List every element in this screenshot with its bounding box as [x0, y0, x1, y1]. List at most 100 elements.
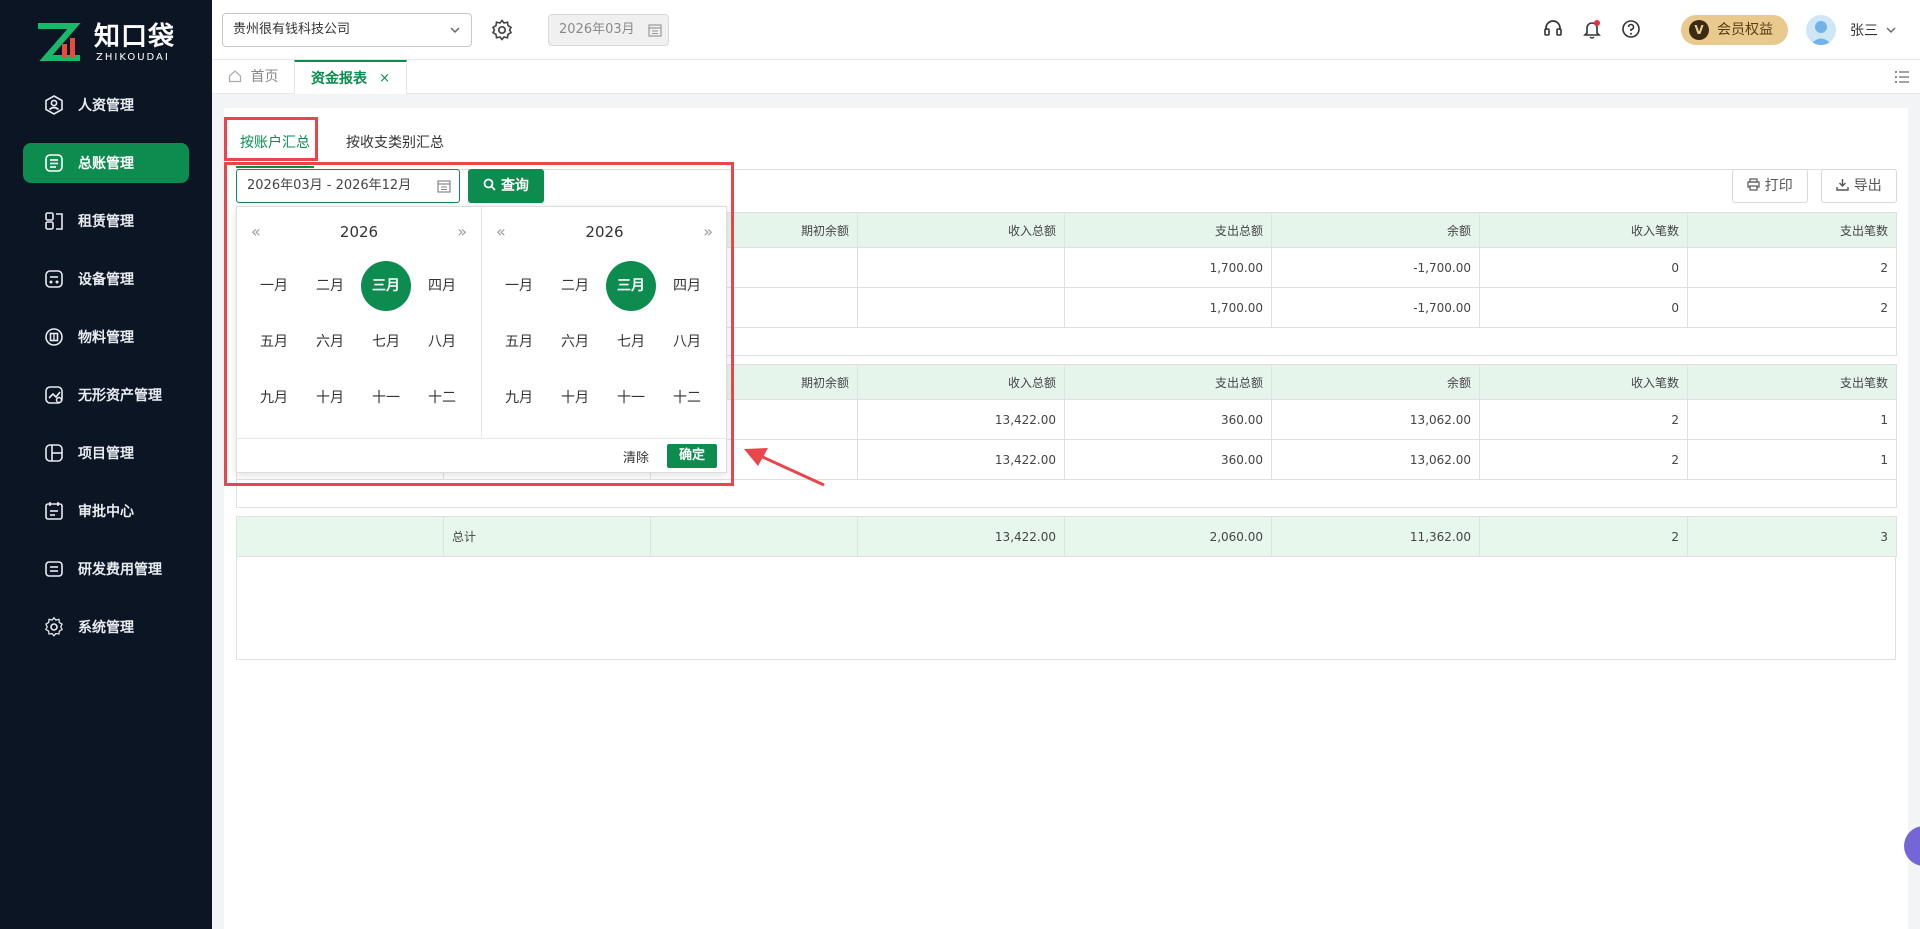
cell-balance: -1,700.00	[1271, 247, 1480, 288]
sidebar-item-rd-expense[interactable]: 研发费用管理	[23, 549, 189, 589]
date-range-input[interactable]: 2026年03月 - 2026年12月	[236, 169, 460, 203]
month-cell[interactable]: 十月	[550, 373, 600, 423]
sidebar-item-material[interactable]: 物料管理	[23, 317, 189, 357]
month-cell[interactable]: 二月	[550, 261, 600, 311]
month-cell[interactable]: 八月	[417, 317, 467, 367]
month-cell[interactable]: 四月	[417, 261, 467, 311]
sidebar-item-device[interactable]: 设备管理	[23, 259, 189, 299]
settings-gear-icon[interactable]	[490, 18, 514, 42]
month-cell[interactable]: 五月	[494, 317, 544, 367]
column-header-income: 收入总额	[857, 212, 1065, 248]
month-cell-selected[interactable]: 三月	[606, 261, 656, 311]
cell-income	[857, 247, 1065, 288]
month-cell[interactable]: 七月	[361, 317, 411, 367]
user-menu[interactable]: 张三	[1850, 20, 1896, 40]
month-cell[interactable]: 十月	[305, 373, 355, 423]
month-cell[interactable]: 一月	[494, 261, 544, 311]
sidebar: 知口袋 ZHIKOUDAI 人资管理 总账管理 租赁管理 设备管理 物料管理 无…	[0, 0, 212, 929]
sidebar-item-intangible-asset[interactable]: 无形资产管理	[23, 375, 189, 415]
month-cell[interactable]: 一月	[249, 261, 299, 311]
column-header-income: 收入总额	[857, 364, 1065, 400]
next-year-icon[interactable]: »	[457, 222, 467, 241]
sidebar-item-system[interactable]: 系统管理	[23, 607, 189, 647]
clear-button[interactable]: 清除	[623, 447, 649, 466]
top-header: 贵州很有钱科技公司 2026年03月 V 会员权益 张三	[212, 0, 1920, 60]
avatar[interactable]	[1806, 15, 1836, 45]
download-icon	[1836, 179, 1849, 191]
column-header-expense: 支出总额	[1064, 212, 1272, 248]
total-opening	[650, 516, 858, 557]
month-cell[interactable]: 十二	[417, 373, 467, 423]
company-select[interactable]: 贵州很有钱科技公司	[222, 13, 472, 47]
print-button[interactable]: 打印	[1732, 169, 1808, 203]
cell-income-count: 2	[1479, 399, 1688, 440]
tab-by-category[interactable]: 按收支类别汇总	[346, 118, 444, 168]
cell-expense: 1,700.00	[1064, 247, 1272, 288]
table-empty-area	[236, 556, 1896, 660]
tab-fund-report[interactable]: 资金报表 ×	[294, 60, 407, 94]
close-icon[interactable]: ×	[379, 62, 390, 96]
sidebar-item-ledger[interactable]: 总账管理	[23, 143, 189, 183]
month-cell-selected[interactable]: 三月	[361, 261, 411, 311]
headset-icon[interactable]	[1542, 18, 1564, 40]
column-header-balance: 余额	[1271, 212, 1480, 248]
cell-income: 13,422.00	[857, 399, 1065, 440]
month-cell[interactable]: 二月	[305, 261, 355, 311]
month-cell[interactable]: 八月	[662, 317, 712, 367]
cell-balance: 13,062.00	[1271, 439, 1480, 480]
tab-by-account[interactable]: 按账户汇总	[236, 118, 314, 168]
month-cell[interactable]: 七月	[606, 317, 656, 367]
period-picker[interactable]: 2026年03月	[548, 14, 669, 46]
tab-home[interactable]: 首页	[228, 60, 278, 94]
month-cell[interactable]: 九月	[494, 373, 544, 423]
list-menu-icon[interactable]	[1894, 69, 1910, 85]
sidebar-item-label: 租赁管理	[78, 214, 134, 230]
month-cell[interactable]: 九月	[249, 373, 299, 423]
cell-expense-count: 1	[1687, 439, 1897, 480]
cell-income-count: 0	[1479, 247, 1688, 288]
sidebar-item-label: 项目管理	[78, 446, 134, 462]
cell-expense: 360.00	[1064, 439, 1272, 480]
cell-income-count: 2	[1479, 439, 1688, 480]
logo-mark-icon	[38, 23, 81, 61]
cell-balance: 13,062.00	[1271, 399, 1480, 440]
month-cell[interactable]: 十一	[606, 373, 656, 423]
calendar-icon	[648, 24, 662, 37]
month-cell[interactable]: 六月	[550, 317, 600, 367]
chevron-down-icon	[1886, 27, 1896, 33]
picker-panel-start: « 2026 » 一月 二月 三月 四月 五月 六月 七月 八月 九月 十月 十…	[237, 207, 482, 438]
total-expense: 2,060.00	[1064, 516, 1272, 557]
month-cell[interactable]: 四月	[662, 261, 712, 311]
month-cell[interactable]: 十二	[662, 373, 712, 423]
brand-subtitle: ZHIKOUDAI	[96, 52, 170, 63]
month-cell[interactable]: 六月	[305, 317, 355, 367]
total-income-count: 2	[1479, 516, 1688, 557]
tab-home-label: 首页	[250, 69, 279, 85]
sidebar-item-lease[interactable]: 租赁管理	[23, 201, 189, 241]
month-cell[interactable]: 五月	[249, 317, 299, 367]
vip-label: 会员权益	[1717, 22, 1773, 38]
app-logo[interactable]: 知口袋 ZHIKOUDAI	[36, 20, 186, 66]
total-balance: 11,362.00	[1271, 516, 1480, 557]
confirm-button[interactable]: 确定	[667, 444, 717, 468]
sidebar-item-hr[interactable]: 人资管理	[23, 85, 189, 125]
query-button[interactable]: 查询	[468, 169, 544, 203]
sidebar-item-project[interactable]: 项目管理	[23, 433, 189, 473]
bell-icon[interactable]	[1581, 18, 1603, 40]
sidebar-item-label: 审批中心	[78, 504, 134, 520]
help-icon[interactable]	[1620, 18, 1642, 40]
brand-name: 知口袋	[94, 22, 176, 52]
sidebar-item-label: 人资管理	[78, 98, 134, 114]
export-button[interactable]: 导出	[1821, 169, 1897, 203]
user-avatar-icon	[1810, 21, 1832, 45]
total-label: 总计	[443, 516, 651, 557]
next-year-icon[interactable]: »	[703, 222, 713, 241]
sidebar-item-approval[interactable]: 审批中心	[23, 491, 189, 531]
vip-benefits-button[interactable]: V 会员权益	[1681, 15, 1788, 45]
month-cell[interactable]: 十一	[361, 373, 411, 423]
sidebar-item-label: 设备管理	[78, 272, 134, 288]
cell-income: 13,422.00	[857, 439, 1065, 480]
cell-income	[857, 287, 1065, 328]
total-table: 总计 13,422.00 2,060.00 11,362.00 2 3	[236, 516, 1897, 557]
page-tabs: 首页 资金报表 ×	[212, 60, 1920, 94]
